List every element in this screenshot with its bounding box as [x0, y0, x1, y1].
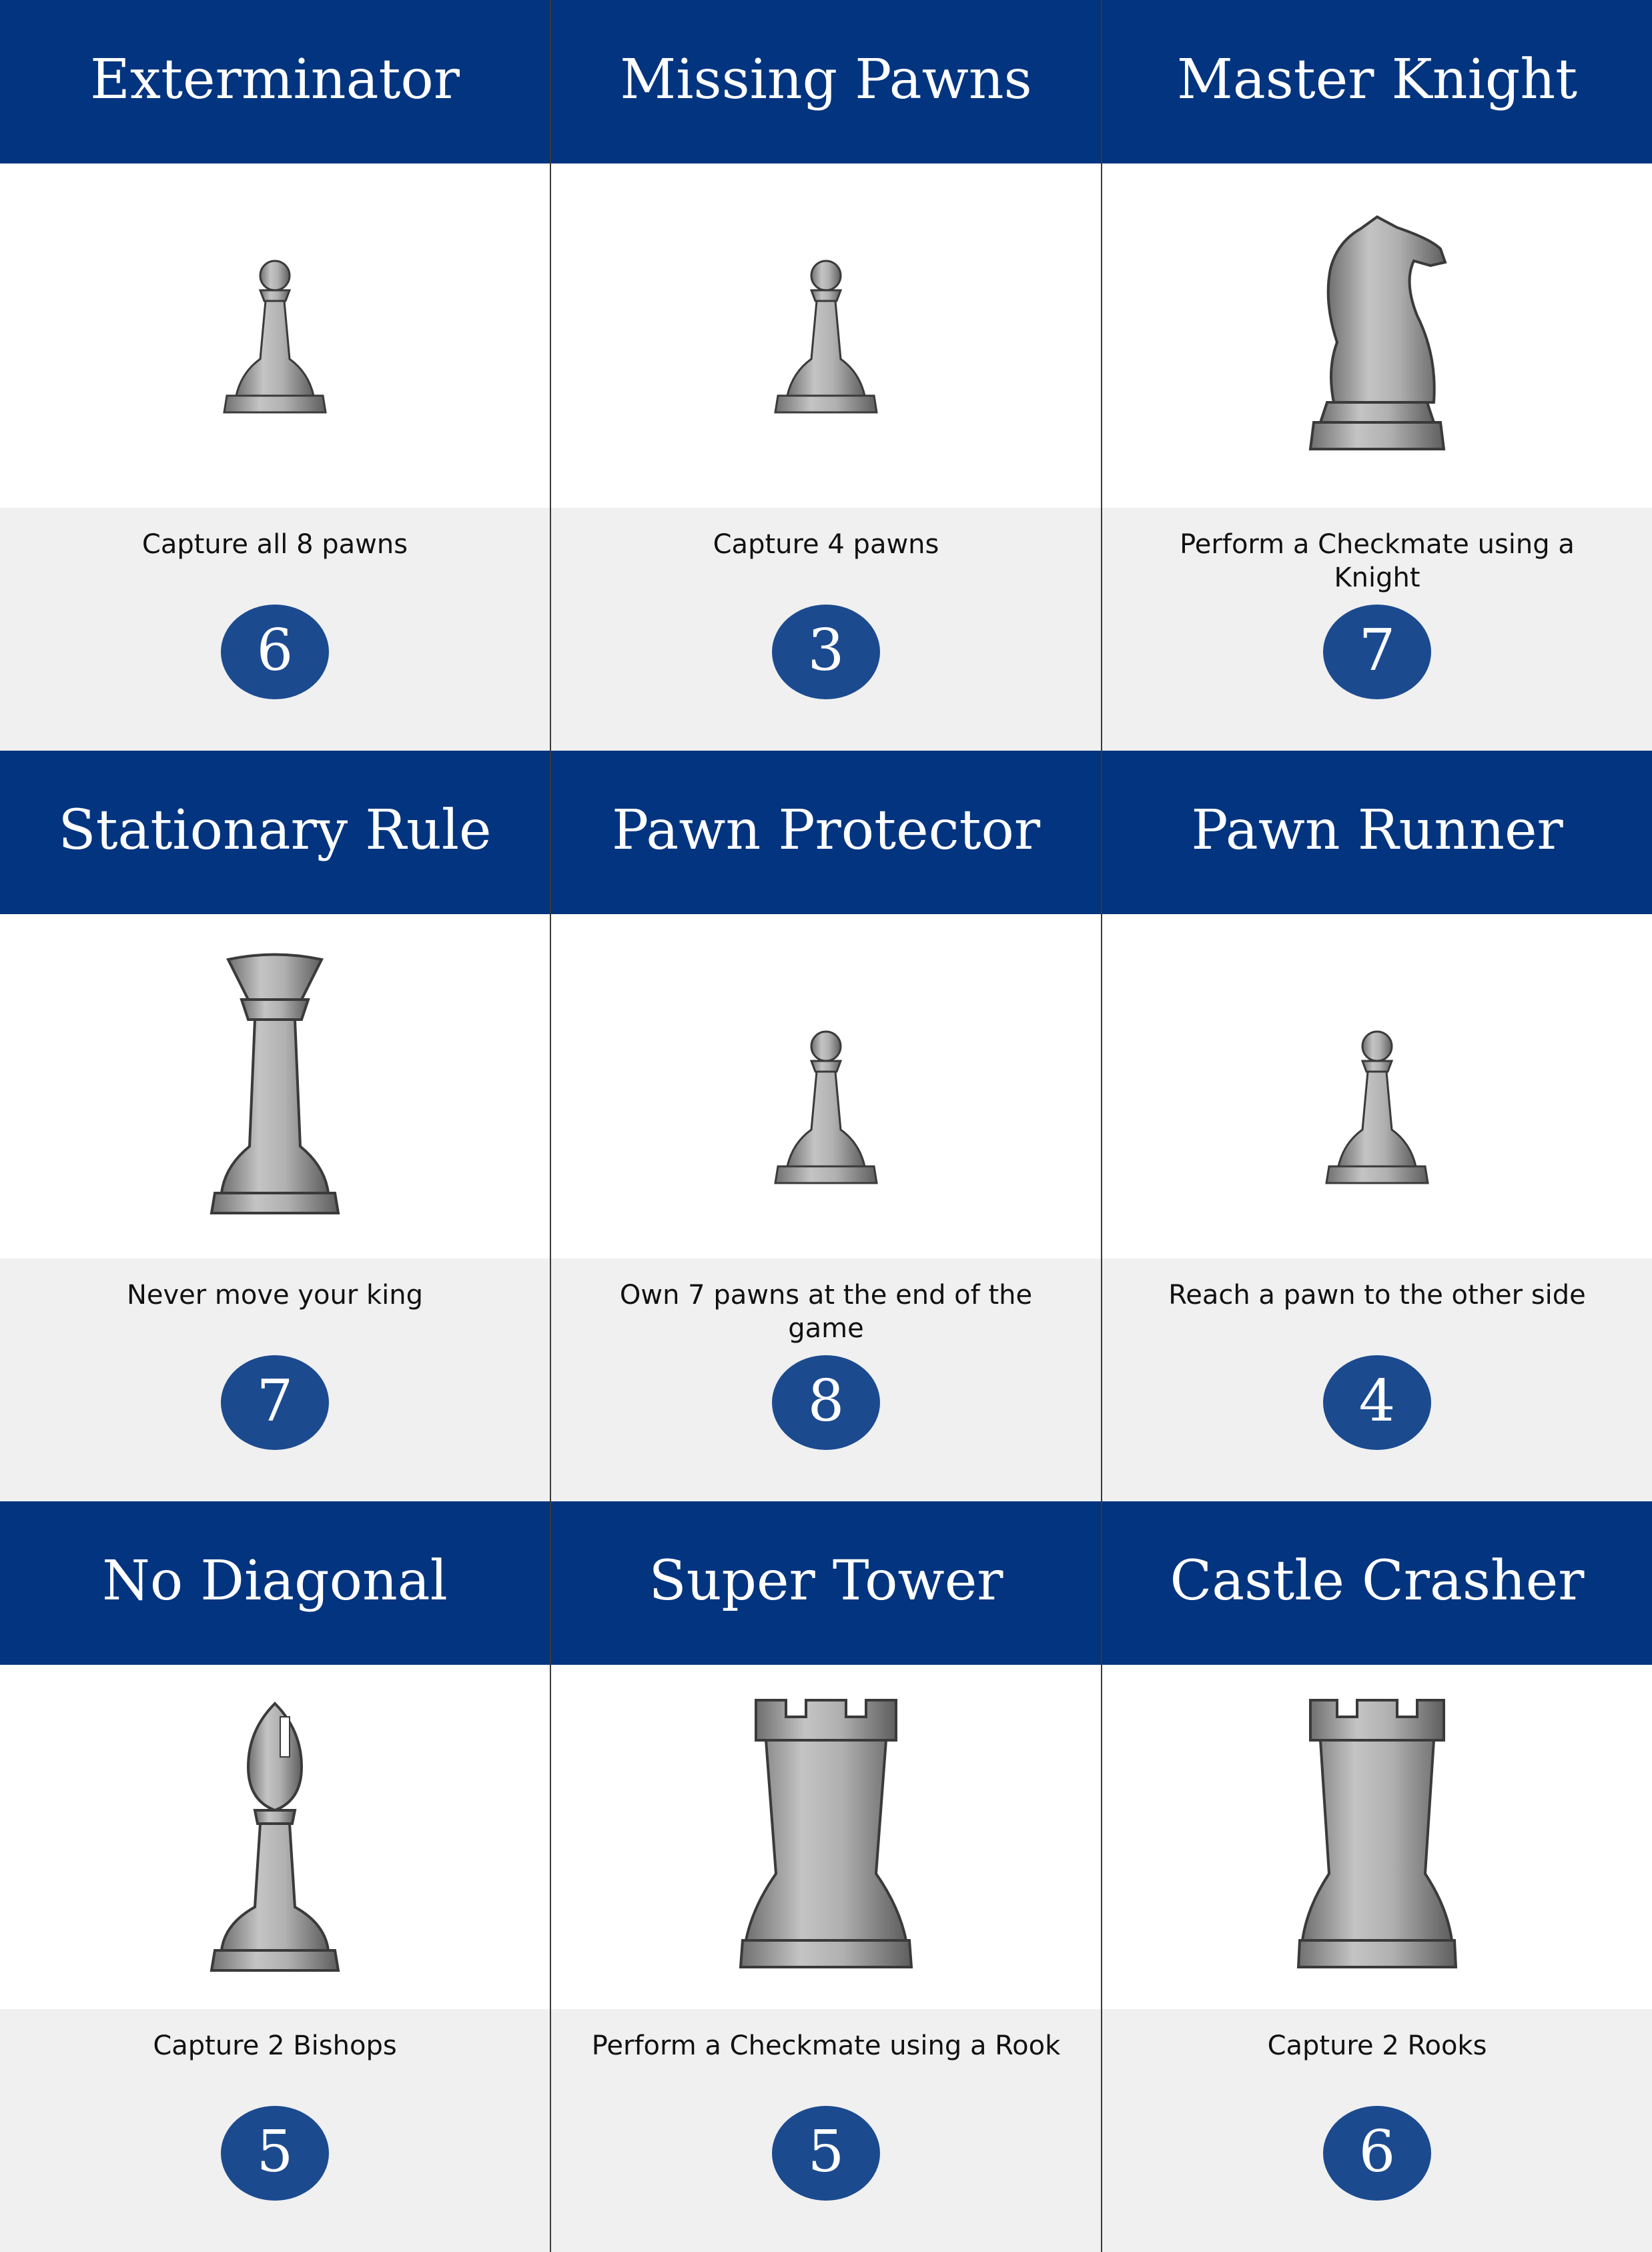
card-title: Pawn Protector	[611, 799, 1041, 862]
card-description: Capture 2 Rooks	[1267, 2030, 1487, 2061]
achievement-card: Pawn Protector Own 7 pawns at the end of…	[550, 751, 1101, 1501]
points-value: 4	[1358, 1368, 1396, 1435]
card-footer: Perform a Checkmate using a Knight 7	[1102, 508, 1652, 751]
card-footer: Capture 2 Bishops 5	[0, 2009, 550, 2252]
card-footer: Own 7 pawns at the end of the game 8	[551, 1258, 1101, 1501]
bishop-icon	[210, 1702, 340, 1972]
achievement-card: Super Tower Perform a Checkmate using a …	[550, 1501, 1101, 2252]
card-header: Missing Pawns	[551, 0, 1101, 163]
card-title: Pawn Runner	[1191, 799, 1563, 862]
points-value: 6	[256, 617, 294, 684]
points-badge: 5	[772, 2106, 880, 2201]
knight-icon	[1308, 215, 1447, 450]
points-badge: 6	[221, 605, 329, 699]
card-footer: Reach a pawn to the other side 4	[1102, 1258, 1652, 1501]
rook-icon	[1297, 1699, 1457, 1968]
card-footer: Perform a Checkmate using a Rook 5	[551, 2009, 1101, 2252]
card-title: Super Tower	[649, 1549, 1003, 1613]
points-value: 7	[256, 1368, 294, 1435]
points-badge: 8	[772, 1355, 880, 1450]
card-image	[1102, 163, 1652, 508]
points-badge: 7	[1323, 605, 1431, 699]
card-footer: Capture all 8 pawns 6	[0, 508, 550, 751]
achievement-card: Missing Pawns Capture 4 pawns 3	[550, 0, 1101, 751]
card-image	[0, 1665, 550, 2009]
queen-icon	[210, 953, 340, 1214]
achievement-card: Stationary Rule Never move your king 7	[0, 751, 550, 1501]
card-title: Exterminator	[90, 48, 460, 111]
card-image	[551, 163, 1101, 508]
card-header: Castle Crasher	[1102, 1501, 1652, 1665]
points-badge: 5	[221, 2106, 329, 2201]
points-value: 8	[807, 1368, 845, 1435]
card-title: Castle Crasher	[1170, 1549, 1585, 1613]
card-image	[1102, 914, 1652, 1258]
achievement-card: Pawn Runner Reach a pawn to the other si…	[1101, 751, 1652, 1501]
card-header: Pawn Runner	[1102, 751, 1652, 914]
points-badge: 6	[1323, 2106, 1431, 2201]
card-description: Capture 2 Bishops	[153, 2030, 397, 2061]
points-value: 7	[1358, 617, 1396, 684]
card-header: Stationary Rule	[0, 751, 550, 914]
card-description: Perform a Checkmate using a Rook	[591, 2030, 1061, 2061]
card-header: Super Tower	[551, 1501, 1101, 1665]
card-image	[551, 914, 1101, 1258]
card-description: Capture 4 pawns	[713, 529, 939, 560]
points-value: 6	[1358, 2119, 1396, 2185]
card-header: Master Knight	[1102, 0, 1652, 163]
achievement-card: No Diagonal Capture 2 Bishops 5	[0, 1501, 550, 2252]
card-image	[0, 914, 550, 1258]
pawn-icon	[774, 260, 878, 414]
pawn-icon	[774, 1030, 878, 1184]
card-footer: Capture 2 Rooks 6	[1102, 2009, 1652, 2252]
card-description: Capture all 8 pawns	[141, 529, 408, 560]
card-image	[1102, 1665, 1652, 2009]
points-badge: 3	[772, 605, 880, 699]
points-badge: 4	[1323, 1355, 1431, 1450]
pawn-icon	[223, 260, 327, 414]
card-image	[0, 163, 550, 508]
card-title: Missing Pawns	[620, 48, 1032, 111]
card-header: No Diagonal	[0, 1501, 550, 1665]
card-header: Pawn Protector	[551, 751, 1101, 914]
card-title: Stationary Rule	[58, 799, 492, 862]
points-value: 3	[807, 617, 845, 684]
card-description: Own 7 pawns at the end of the game	[619, 1280, 1033, 1344]
card-header: Exterminator	[0, 0, 550, 163]
card-title: No Diagonal	[102, 1549, 448, 1613]
card-footer: Never move your king 7	[0, 1258, 550, 1501]
points-value: 5	[256, 2119, 294, 2185]
achievement-card: Castle Crasher Capture 2 Rooks 6	[1101, 1501, 1652, 2252]
card-description: Perform a Checkmate using a Knight	[1180, 529, 1575, 593]
points-badge: 7	[221, 1355, 329, 1450]
achievement-card: Exterminator Capture all 8 pawns 6	[0, 0, 550, 751]
achievement-card: Master Knight Perform a Checkmate using …	[1101, 0, 1652, 751]
card-description: Never move your king	[126, 1280, 424, 1310]
achievement-grid: Exterminator Capture all 8 pawns 6 Missi…	[0, 0, 1652, 2252]
pawn-icon	[1325, 1030, 1429, 1184]
card-description: Reach a pawn to the other side	[1168, 1280, 1586, 1310]
points-value: 5	[807, 2119, 845, 2185]
card-image	[551, 1665, 1101, 2009]
card-title: Master Knight	[1176, 48, 1578, 111]
rook-icon	[739, 1699, 913, 1968]
card-footer: Capture 4 pawns 3	[551, 508, 1101, 751]
